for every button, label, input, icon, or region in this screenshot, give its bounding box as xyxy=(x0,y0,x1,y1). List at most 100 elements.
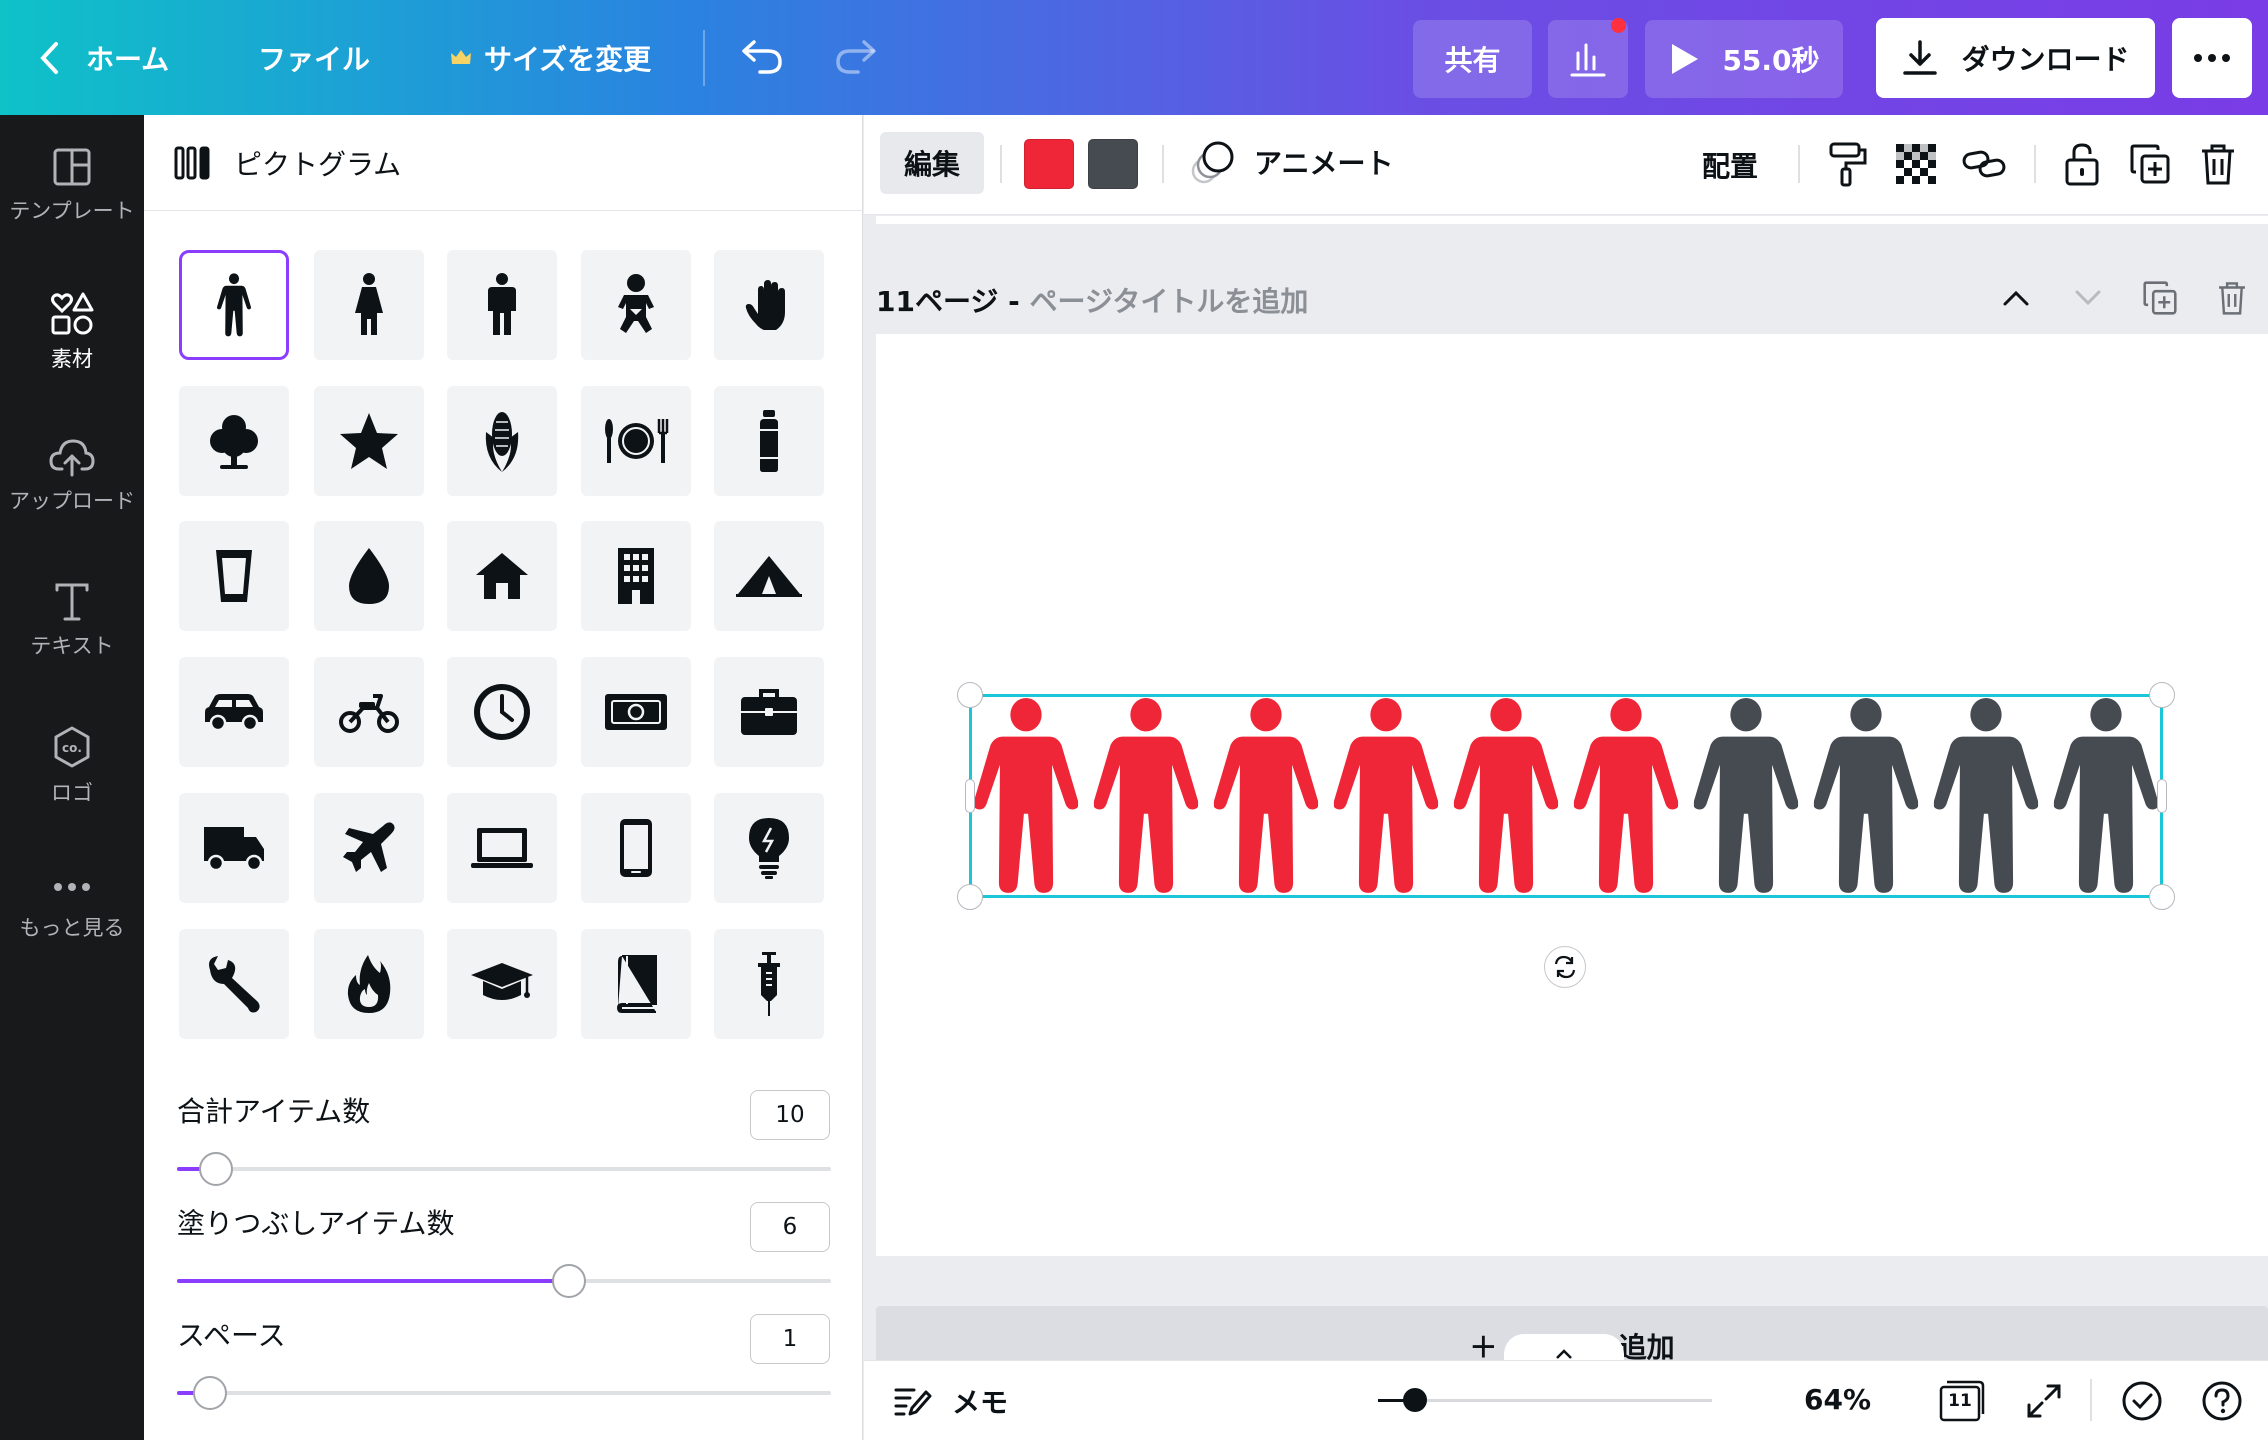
fullscreen-button[interactable] xyxy=(2020,1377,2068,1425)
pictogram-tile-tent[interactable] xyxy=(714,521,824,631)
pictogram-tile-phone[interactable] xyxy=(581,793,691,903)
pictogram-tile-money[interactable] xyxy=(581,657,691,767)
panel-title: ピクトグラム xyxy=(234,147,402,181)
pictogram-tile-syringe[interactable] xyxy=(714,929,824,1039)
pictogram-tile-drop[interactable] xyxy=(314,521,424,631)
spacing-slider[interactable] xyxy=(177,1376,831,1410)
rail-item-templates[interactable]: テンプレート xyxy=(0,147,144,267)
pictogram-tile-book[interactable] xyxy=(581,929,691,1039)
paint-format-button[interactable] xyxy=(1824,140,1872,188)
slider-handle[interactable] xyxy=(1402,1388,1427,1412)
edit-button[interactable]: 編集 xyxy=(880,132,984,194)
pictogram-tile-star[interactable] xyxy=(314,386,424,496)
star-icon xyxy=(340,413,398,469)
pictogram-tile-truck[interactable] xyxy=(179,793,289,903)
lock-button[interactable] xyxy=(2058,140,2106,188)
pictogram-tile-airplane[interactable] xyxy=(314,793,424,903)
pages-drawer-toggle[interactable] xyxy=(1504,1334,1624,1360)
pictogram-tile-wrench[interactable] xyxy=(179,929,289,1039)
spacing-value[interactable]: 1 xyxy=(750,1314,830,1364)
pictogram-tile-tree[interactable] xyxy=(179,386,289,496)
resize-handle[interactable] xyxy=(2149,682,2175,708)
pictogram-tile-laptop[interactable] xyxy=(447,793,557,903)
pictogram-tile-clock[interactable] xyxy=(447,657,557,767)
color-swatch-primary[interactable] xyxy=(1024,139,1074,189)
rail-item-more[interactable]: もっと見る xyxy=(0,882,144,1002)
pictogram-tile-man[interactable] xyxy=(447,250,557,360)
pictogram-tile-house[interactable] xyxy=(447,521,557,631)
move-page-up-button[interactable] xyxy=(1994,276,2038,320)
redo-button[interactable] xyxy=(834,36,878,76)
more-menu-button[interactable] xyxy=(2172,18,2252,98)
pictogram-tile-hand[interactable] xyxy=(714,250,824,360)
filled-items-slider[interactable] xyxy=(177,1264,831,1298)
help-button[interactable] xyxy=(2198,1377,2246,1425)
side-handle[interactable] xyxy=(2157,779,2167,813)
total-items-value[interactable]: 10 xyxy=(750,1090,830,1140)
pictogram-tile-graduation-cap[interactable] xyxy=(447,929,557,1039)
animate-button[interactable]: アニメート xyxy=(1190,139,1393,185)
link-button[interactable] xyxy=(1960,140,2008,188)
home-button[interactable]: ホーム xyxy=(38,38,169,78)
duplicate-page-button[interactable] xyxy=(2138,276,2182,320)
bottle-icon xyxy=(760,410,778,472)
delete-button[interactable] xyxy=(2194,140,2242,188)
water-drop-icon xyxy=(349,548,389,604)
rail-item-logos[interactable]: co. ロゴ xyxy=(0,725,144,845)
transparency-button[interactable] xyxy=(1892,140,1940,188)
rail-item-elements[interactable]: 素材 xyxy=(0,291,144,411)
page-grid-button[interactable]: 11 xyxy=(1939,1378,1985,1422)
pictogram-tile-briefcase[interactable] xyxy=(714,657,824,767)
total-items-slider[interactable] xyxy=(177,1152,831,1186)
download-button[interactable]: ダウンロード xyxy=(1876,18,2155,98)
pictogram-tile-fire[interactable] xyxy=(314,929,424,1039)
pictogram-row[interactable] xyxy=(972,697,2160,895)
rail-label: テキスト xyxy=(30,634,114,658)
filled-items-value[interactable]: 6 xyxy=(750,1202,830,1252)
resize-button[interactable]: サイズを変更 xyxy=(450,38,651,78)
undo-button[interactable] xyxy=(740,36,784,76)
present-button[interactable]: 55.0秒 xyxy=(1645,20,1843,98)
pictogram-tile-bottle[interactable] xyxy=(714,386,824,496)
side-handle[interactable] xyxy=(965,779,975,813)
check-button[interactable] xyxy=(2118,1377,2166,1425)
notes-icon xyxy=(894,1388,932,1416)
filled-items-label: 塗りつぶしアイテム数 xyxy=(177,1207,455,1240)
duplicate-button[interactable] xyxy=(2126,140,2174,188)
pictogram-tile-corn[interactable] xyxy=(447,386,557,496)
airplane-icon xyxy=(343,822,395,872)
page-title-input[interactable]: ページタイトルを追加 xyxy=(1030,285,1309,318)
color-swatch-secondary[interactable] xyxy=(1088,139,1138,189)
slider-handle[interactable] xyxy=(552,1264,587,1298)
resize-handle[interactable] xyxy=(957,682,983,708)
pictogram-tile-plate[interactable] xyxy=(581,386,691,496)
design-page[interactable] xyxy=(876,334,2268,1256)
pictogram-tile-cup[interactable] xyxy=(179,521,289,631)
pictogram-tile-car[interactable] xyxy=(179,657,289,767)
rail-item-uploads[interactable]: アップロード xyxy=(0,437,144,557)
pictogram-tile-building[interactable] xyxy=(581,521,691,631)
rail-item-text[interactable]: テキスト xyxy=(0,582,144,702)
scooter-icon xyxy=(339,694,399,733)
pictogram-tile-person[interactable] xyxy=(179,250,289,360)
pictogram-person-empty xyxy=(1932,697,2040,895)
rotate-handle[interactable] xyxy=(1544,946,1586,988)
pictogram-tile-scooter[interactable] xyxy=(314,657,424,767)
slider-handle[interactable] xyxy=(192,1376,227,1410)
pictogram-tile-bulb[interactable] xyxy=(714,793,824,903)
zoom-slider[interactable] xyxy=(1378,1388,1712,1412)
pictogram-tile-woman[interactable] xyxy=(314,250,424,360)
zoom-level[interactable]: 64% xyxy=(1804,1383,1871,1416)
slider-handle[interactable] xyxy=(199,1152,234,1186)
resize-handle[interactable] xyxy=(2149,884,2175,910)
delete-page-button[interactable] xyxy=(2210,276,2254,320)
download-icon xyxy=(1903,40,1938,75)
share-button[interactable]: 共有 xyxy=(1413,20,1532,98)
pictogram-tile-baby[interactable] xyxy=(581,250,691,360)
file-menu[interactable]: ファイル xyxy=(258,38,370,78)
resize-handle[interactable] xyxy=(957,884,983,910)
notes-button[interactable]: メモ xyxy=(894,1381,1008,1421)
move-page-down-button[interactable] xyxy=(2066,276,2110,320)
insights-button[interactable] xyxy=(1548,18,1628,98)
arrange-button[interactable]: 配置 xyxy=(1702,145,1758,185)
